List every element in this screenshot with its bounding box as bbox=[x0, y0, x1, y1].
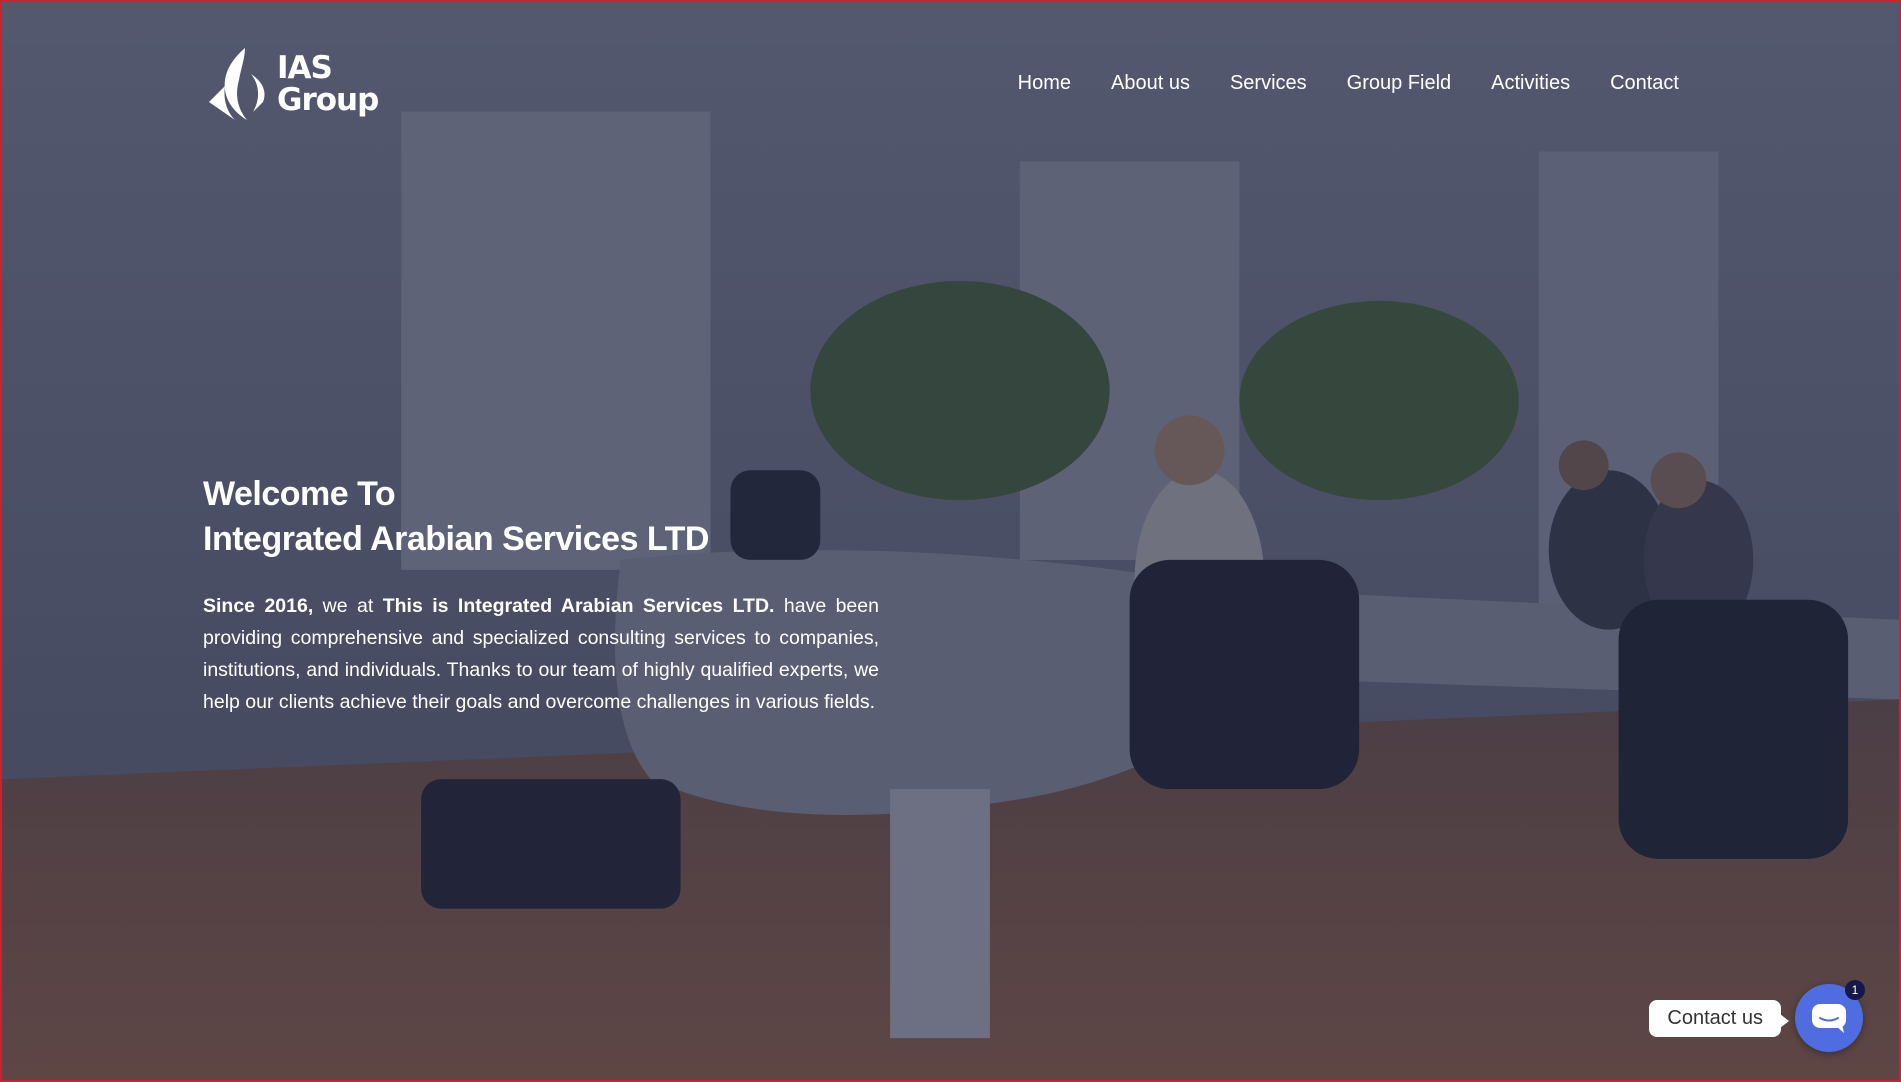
nav-group-field[interactable]: Group Field bbox=[1347, 72, 1452, 95]
contact-us-label[interactable]: Contact us bbox=[1649, 1000, 1789, 1037]
logo-text: IAS Group bbox=[277, 50, 379, 118]
hero-text-bold-since: Since 2016, bbox=[203, 595, 314, 617]
logo-mark-icon bbox=[209, 48, 265, 120]
nav-contact[interactable]: Contact bbox=[1610, 72, 1679, 95]
hero-title: Welcome To Integrated Arabian Services L… bbox=[203, 472, 879, 562]
nav-activities[interactable]: Activities bbox=[1491, 72, 1570, 95]
logo-line-1: IAS bbox=[277, 50, 333, 86]
hero-text-bold-company: This is Integrated Arabian Services LTD. bbox=[382, 595, 775, 617]
page: IAS Group Home About us Services Group F… bbox=[0, 0, 1901, 1082]
nav-home[interactable]: Home bbox=[1018, 72, 1071, 95]
chat-bubble-icon bbox=[1812, 1004, 1846, 1033]
hero-title-line-1: Welcome To bbox=[203, 475, 396, 513]
chat-widget-button[interactable]: 1 bbox=[1795, 980, 1865, 1052]
logo-line-2: Group bbox=[277, 82, 379, 118]
nav-about-us[interactable]: About us bbox=[1111, 72, 1190, 95]
hero-description: Since 2016, we at This is Integrated Ara… bbox=[203, 590, 879, 718]
hero-title-line-2: Integrated Arabian Services LTD bbox=[203, 520, 710, 558]
nav-services[interactable]: Services bbox=[1230, 72, 1307, 95]
main-navigation: Home About us Services Group Field Activ… bbox=[1018, 72, 1679, 95]
hero-section: Welcome To Integrated Arabian Services L… bbox=[203, 472, 879, 718]
hero-text-part-1: we at bbox=[313, 595, 383, 617]
chat-notification-badge: 1 bbox=[1845, 980, 1865, 1000]
ias-group-logo[interactable]: IAS Group bbox=[207, 46, 379, 122]
